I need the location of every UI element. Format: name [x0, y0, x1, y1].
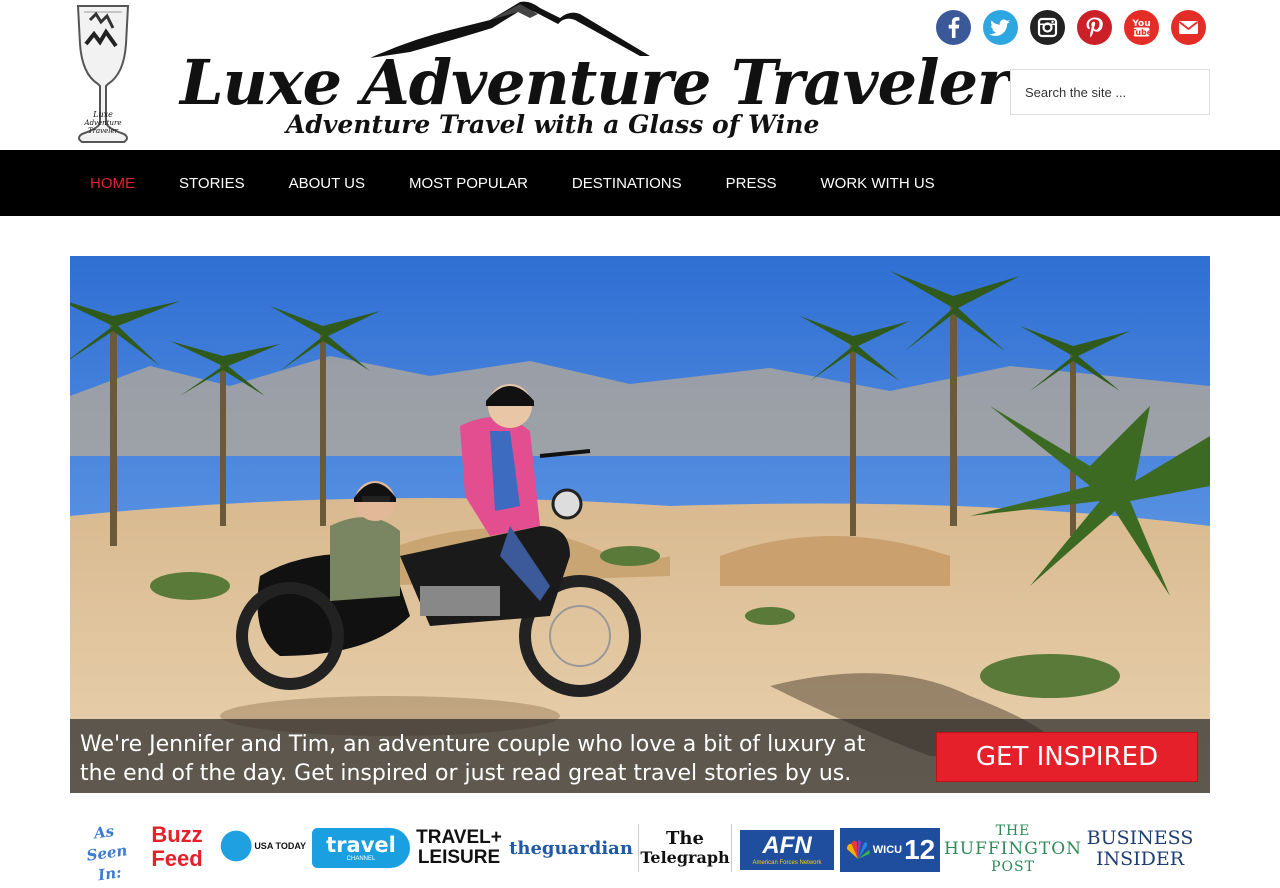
- telegraph-line-1: The: [666, 828, 704, 849]
- nav-stories[interactable]: STORIES: [179, 175, 245, 192]
- nav-about-us[interactable]: ABOUT US: [289, 175, 365, 192]
- nav-home[interactable]: HOME: [90, 175, 135, 192]
- search-input[interactable]: [1010, 69, 1210, 115]
- wicu-number: 12: [904, 834, 936, 865]
- instagram-link[interactable]: [1030, 10, 1065, 45]
- nav-destinations[interactable]: DESTINATIONS: [572, 175, 682, 192]
- wicu-12-logo[interactable]: WICU 12: [840, 828, 940, 872]
- usa-today-logo[interactable]: USA TODAY: [220, 824, 306, 868]
- pinterest-icon: [1086, 17, 1103, 38]
- travel-channel-text: travel: [326, 832, 396, 857]
- pinterest-link[interactable]: [1077, 10, 1112, 45]
- twitter-icon: [989, 19, 1010, 36]
- hero-caption-bar: We're Jennifer and Tim, an adventure cou…: [70, 719, 1210, 793]
- business-insider-logo[interactable]: BUSINESS INSIDER: [1086, 826, 1194, 872]
- svg-text:Tube: Tube: [1131, 28, 1153, 37]
- site-header: Luxe Adventure Traveler Luxe Adventure T…: [0, 0, 1280, 150]
- main-navigation: HOME STORIES ABOUT US MOST POPULAR DESTI…: [0, 150, 1280, 216]
- site-title: Luxe Adventure Traveler: [180, 46, 1010, 119]
- email-link[interactable]: [1171, 10, 1206, 45]
- site-tagline: Adventure Travel with a Glass of Wine: [286, 110, 820, 139]
- youtube-link[interactable]: You Tube: [1124, 10, 1159, 45]
- facebook-link[interactable]: [936, 10, 971, 45]
- nav-work-with-us[interactable]: WORK WITH US: [821, 175, 935, 192]
- travel-leisure-line-1: TRAVEL+: [416, 827, 502, 848]
- instagram-icon: [1037, 17, 1058, 38]
- glass-text-2: Adventure: [84, 119, 122, 127]
- business-insider-line-1: BUSINESS: [1086, 827, 1194, 849]
- travel-leisure-logo[interactable]: TRAVEL+ LEISURE: [416, 826, 502, 870]
- buzzfeed-logo[interactable]: Buzz Feed: [144, 820, 210, 874]
- nbc-peacock-icon: [846, 840, 870, 859]
- telegraph-logo[interactable]: The Telegraph: [638, 824, 732, 872]
- telegraph-line-2: Telegraph: [640, 848, 730, 867]
- huffington-line-1: THE: [995, 822, 1031, 839]
- afn-logo[interactable]: AFN American Forces Network: [740, 830, 834, 870]
- travel-channel-logo[interactable]: travel CHANNEL: [312, 828, 410, 868]
- usa-today-dot-icon: [220, 830, 252, 862]
- buzzfeed-text: Buzz Feed: [151, 822, 203, 871]
- as-seen-in-label: As Seen In:: [85, 821, 129, 885]
- twitter-link[interactable]: [983, 10, 1018, 45]
- get-inspired-button[interactable]: GET INSPIRED: [936, 732, 1198, 782]
- huffington-line-2: HUFFINGTON: [943, 838, 1083, 859]
- afn-sub: American Forces Network: [752, 860, 822, 866]
- wine-glass-logo[interactable]: Luxe Adventure Traveler: [68, 4, 138, 146]
- guardian-logo[interactable]: theguardian: [509, 830, 633, 866]
- travel-channel-sub: CHANNEL: [346, 855, 376, 862]
- envelope-icon: [1178, 21, 1199, 34]
- site-logo[interactable]: Luxe Adventure Traveler Adventure Travel…: [180, 0, 1010, 150]
- hero-caption: We're Jennifer and Tim, an adventure cou…: [80, 732, 866, 786]
- huffington-post-logo[interactable]: THE HUFFINGTON POST: [944, 820, 1082, 878]
- nav-press[interactable]: PRESS: [726, 175, 777, 192]
- travel-leisure-line-2: LEISURE: [417, 847, 501, 868]
- as-seen-in-bar: As Seen In: Buzz Feed USA TODAY travel C…: [70, 812, 1210, 884]
- youtube-icon: YouTube: [1131, 19, 1153, 37]
- facebook-icon: [948, 17, 960, 38]
- huffington-line-3: POST: [991, 858, 1035, 875]
- nav-most-popular[interactable]: MOST POPULAR: [409, 175, 528, 192]
- social-links: You Tube: [936, 10, 1206, 45]
- afn-text: AFN: [762, 832, 812, 859]
- guardian-text: theguardian: [509, 837, 633, 859]
- business-insider-line-2: INSIDER: [1095, 848, 1185, 870]
- wicu-text: WICU: [872, 844, 903, 856]
- hero-banner[interactable]: We're Jennifer and Tim, an adventure cou…: [70, 256, 1210, 793]
- hero-photo: [70, 256, 1210, 793]
- usa-today-text: USA TODAY: [254, 841, 306, 851]
- glass-text-1: Luxe: [92, 110, 113, 119]
- glass-text-3: Traveler: [88, 127, 119, 135]
